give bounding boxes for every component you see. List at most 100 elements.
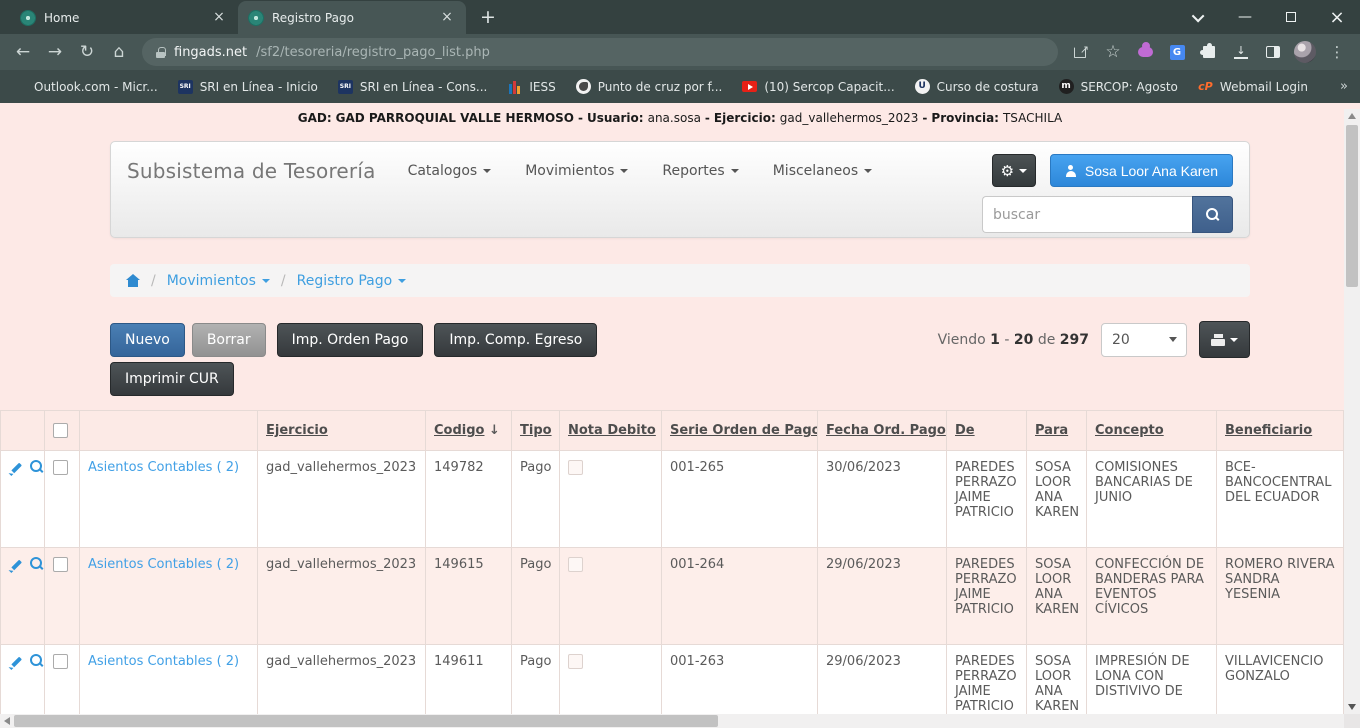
bookmark-outlook[interactable]: Outlook.com - Micr...	[12, 79, 158, 94]
bookmark-star-icon[interactable]: ☆	[1098, 37, 1128, 67]
gad-value: GAD PARROQUIAL VALLE HERMOSO	[336, 111, 574, 125]
header-para: Para	[1027, 411, 1087, 451]
tab-close-icon[interactable]: ×	[438, 9, 456, 27]
bookmark-sercop-youtube[interactable]: (10) Sercop Capacit...	[742, 79, 894, 94]
scroll-left-icon[interactable]	[4, 717, 10, 725]
nota-debito-checkbox	[568, 460, 583, 475]
horizontal-scrollbar-thumb[interactable]	[14, 715, 718, 727]
user-button[interactable]: Sosa Loor Ana Karen	[1050, 154, 1233, 187]
view-icon[interactable]	[30, 654, 43, 667]
menu-movimientos[interactable]: Movimientos	[525, 163, 628, 179]
search-input[interactable]	[982, 196, 1192, 233]
address-bar[interactable]: fingads.net/sf2/tesoreria/registro_pago_…	[142, 38, 1058, 66]
header-tipo: Tipo	[512, 411, 560, 451]
back-icon[interactable]: ←	[8, 37, 38, 67]
menu-miscelaneos[interactable]: Miscelaneos	[773, 163, 872, 179]
side-panel-icon[interactable]	[1258, 37, 1288, 67]
breadcrumb-home[interactable]	[125, 274, 140, 287]
usuario-value: ana.sosa	[648, 111, 701, 125]
page-size-select[interactable]: 20	[1101, 323, 1187, 357]
browser-menu-icon[interactable]: ⋮	[1322, 37, 1352, 67]
browser-home-icon[interactable]: ⌂	[104, 37, 134, 67]
tab-registro-pago[interactable]: Registro Pago ×	[238, 1, 466, 34]
extension-cloud-icon[interactable]	[1130, 37, 1160, 67]
restore-button[interactable]	[1268, 0, 1314, 34]
asientos-contables-link[interactable]: Asientos Contables ( 2)	[88, 654, 239, 669]
url-path: /sf2/tesoreria/registro_pago_list.php	[256, 45, 490, 60]
chevron-down-icon	[262, 279, 270, 283]
iess-icon	[507, 79, 522, 94]
home-icon	[125, 274, 140, 287]
header-select-all	[45, 411, 80, 451]
chevron-down-icon	[620, 169, 628, 173]
gad-label: GAD:	[298, 111, 332, 125]
breadcrumb-registro-pago[interactable]: Registro Pago	[297, 273, 407, 289]
bookmark-curso-costura[interactable]: U Curso de costura	[915, 79, 1039, 94]
menu-reportes[interactable]: Reportes	[662, 163, 738, 179]
bookmark-punto-cruz[interactable]: Punto de cruz por f...	[576, 79, 723, 94]
imp-orden-pago-button[interactable]: Imp. Orden Pago	[277, 323, 424, 357]
new-tab-button[interactable]: +	[476, 6, 500, 28]
breadcrumb-movimientos[interactable]: Movimientos	[167, 273, 270, 289]
view-icon[interactable]	[30, 557, 43, 570]
chevron-down-icon	[483, 169, 491, 173]
horizontal-scrollbar[interactable]	[0, 714, 1344, 728]
scroll-down-icon[interactable]	[1348, 704, 1356, 710]
profile-avatar[interactable]	[1290, 37, 1320, 67]
menu-catalogos[interactable]: Catalogos	[408, 163, 492, 179]
vertical-scrollbar[interactable]	[1344, 109, 1360, 714]
downloads-icon[interactable]: ↓	[1226, 37, 1256, 67]
vertical-scrollbar-thumb[interactable]	[1346, 125, 1358, 287]
asientos-contables-link[interactable]: Asientos Contables ( 2)	[88, 460, 239, 475]
scroll-up-icon[interactable]	[1348, 113, 1356, 119]
edit-icon[interactable]	[9, 461, 23, 475]
forward-icon[interactable]: →	[40, 37, 70, 67]
view-icon[interactable]	[30, 460, 43, 473]
url-domain: fingads.net	[174, 45, 247, 60]
row-checkbox[interactable]	[53, 557, 68, 572]
window-controls: — ×	[1176, 0, 1360, 34]
cell-ejercicio: gad_vallehermos_2023	[258, 548, 426, 645]
select-all-checkbox[interactable]	[53, 423, 68, 438]
bookmark-webmail[interactable]: cP Webmail Login	[1198, 79, 1308, 94]
row-checkbox[interactable]	[53, 460, 68, 475]
cell-de: PAREDES PERRAZO JAIME PATRICIO	[947, 451, 1027, 548]
translate-icon[interactable]: G	[1162, 37, 1192, 67]
cell-concepto: CONFECCIÓN DE BANDERAS PARA EVENTOS CÍVI…	[1087, 548, 1217, 645]
edit-icon[interactable]	[9, 558, 23, 572]
nota-debito-checkbox	[568, 654, 583, 669]
header-nota-debito: Nota Debito	[560, 411, 662, 451]
tab-close-icon[interactable]: ×	[210, 9, 228, 27]
site-favicon-icon	[20, 10, 36, 26]
bookmark-sri-consultas[interactable]: SRI SRI en Línea - Cons...	[338, 79, 487, 94]
minimize-button[interactable]: —	[1222, 0, 1268, 34]
imprimir-cur-button[interactable]: Imprimir CUR	[110, 362, 234, 396]
extensions-puzzle-icon[interactable]	[1194, 37, 1224, 67]
imp-comp-egreso-button[interactable]: Imp. Comp. Egreso	[434, 323, 597, 357]
close-window-button[interactable]: ×	[1314, 0, 1360, 34]
share-icon[interactable]	[1066, 37, 1096, 67]
borrar-button[interactable]: Borrar	[192, 323, 266, 357]
table-row: Asientos Contables ( 2) gad_vallehermos_…	[1, 451, 1344, 548]
row-checkbox[interactable]	[53, 654, 68, 669]
bookmarks-overflow-icon[interactable]: »	[1340, 79, 1348, 94]
bookmark-sercop-agosto[interactable]: m SERCOP: Agosto	[1059, 79, 1178, 94]
gear-icon: ⚙	[1001, 162, 1014, 180]
records-grid: Ejercicio Codigo ↓ Tipo Nota Debito Seri…	[0, 410, 1360, 728]
cell-beneficiario: ROMERO RIVERA SANDRA YESENIA	[1217, 548, 1344, 645]
print-button[interactable]	[1199, 321, 1250, 358]
bookmark-iess[interactable]: IESS	[507, 79, 555, 94]
settings-button[interactable]: ⚙	[992, 154, 1036, 187]
bookmark-sri-inicio[interactable]: SRI SRI en Línea - Inicio	[178, 79, 318, 94]
nuevo-button[interactable]: Nuevo	[110, 323, 185, 357]
edit-icon[interactable]	[9, 655, 23, 669]
header-codigo: Codigo ↓	[426, 411, 512, 451]
reload-icon[interactable]: ↻	[72, 37, 102, 67]
asientos-contables-link[interactable]: Asientos Contables ( 2)	[88, 557, 239, 572]
search-button[interactable]	[1192, 196, 1233, 233]
header-de: De	[947, 411, 1027, 451]
provincia-value: TSACHILA	[1003, 111, 1062, 125]
tab-search-chevron-icon[interactable]	[1176, 0, 1222, 34]
tab-home[interactable]: Home ×	[10, 1, 238, 34]
lock-icon	[156, 47, 165, 58]
